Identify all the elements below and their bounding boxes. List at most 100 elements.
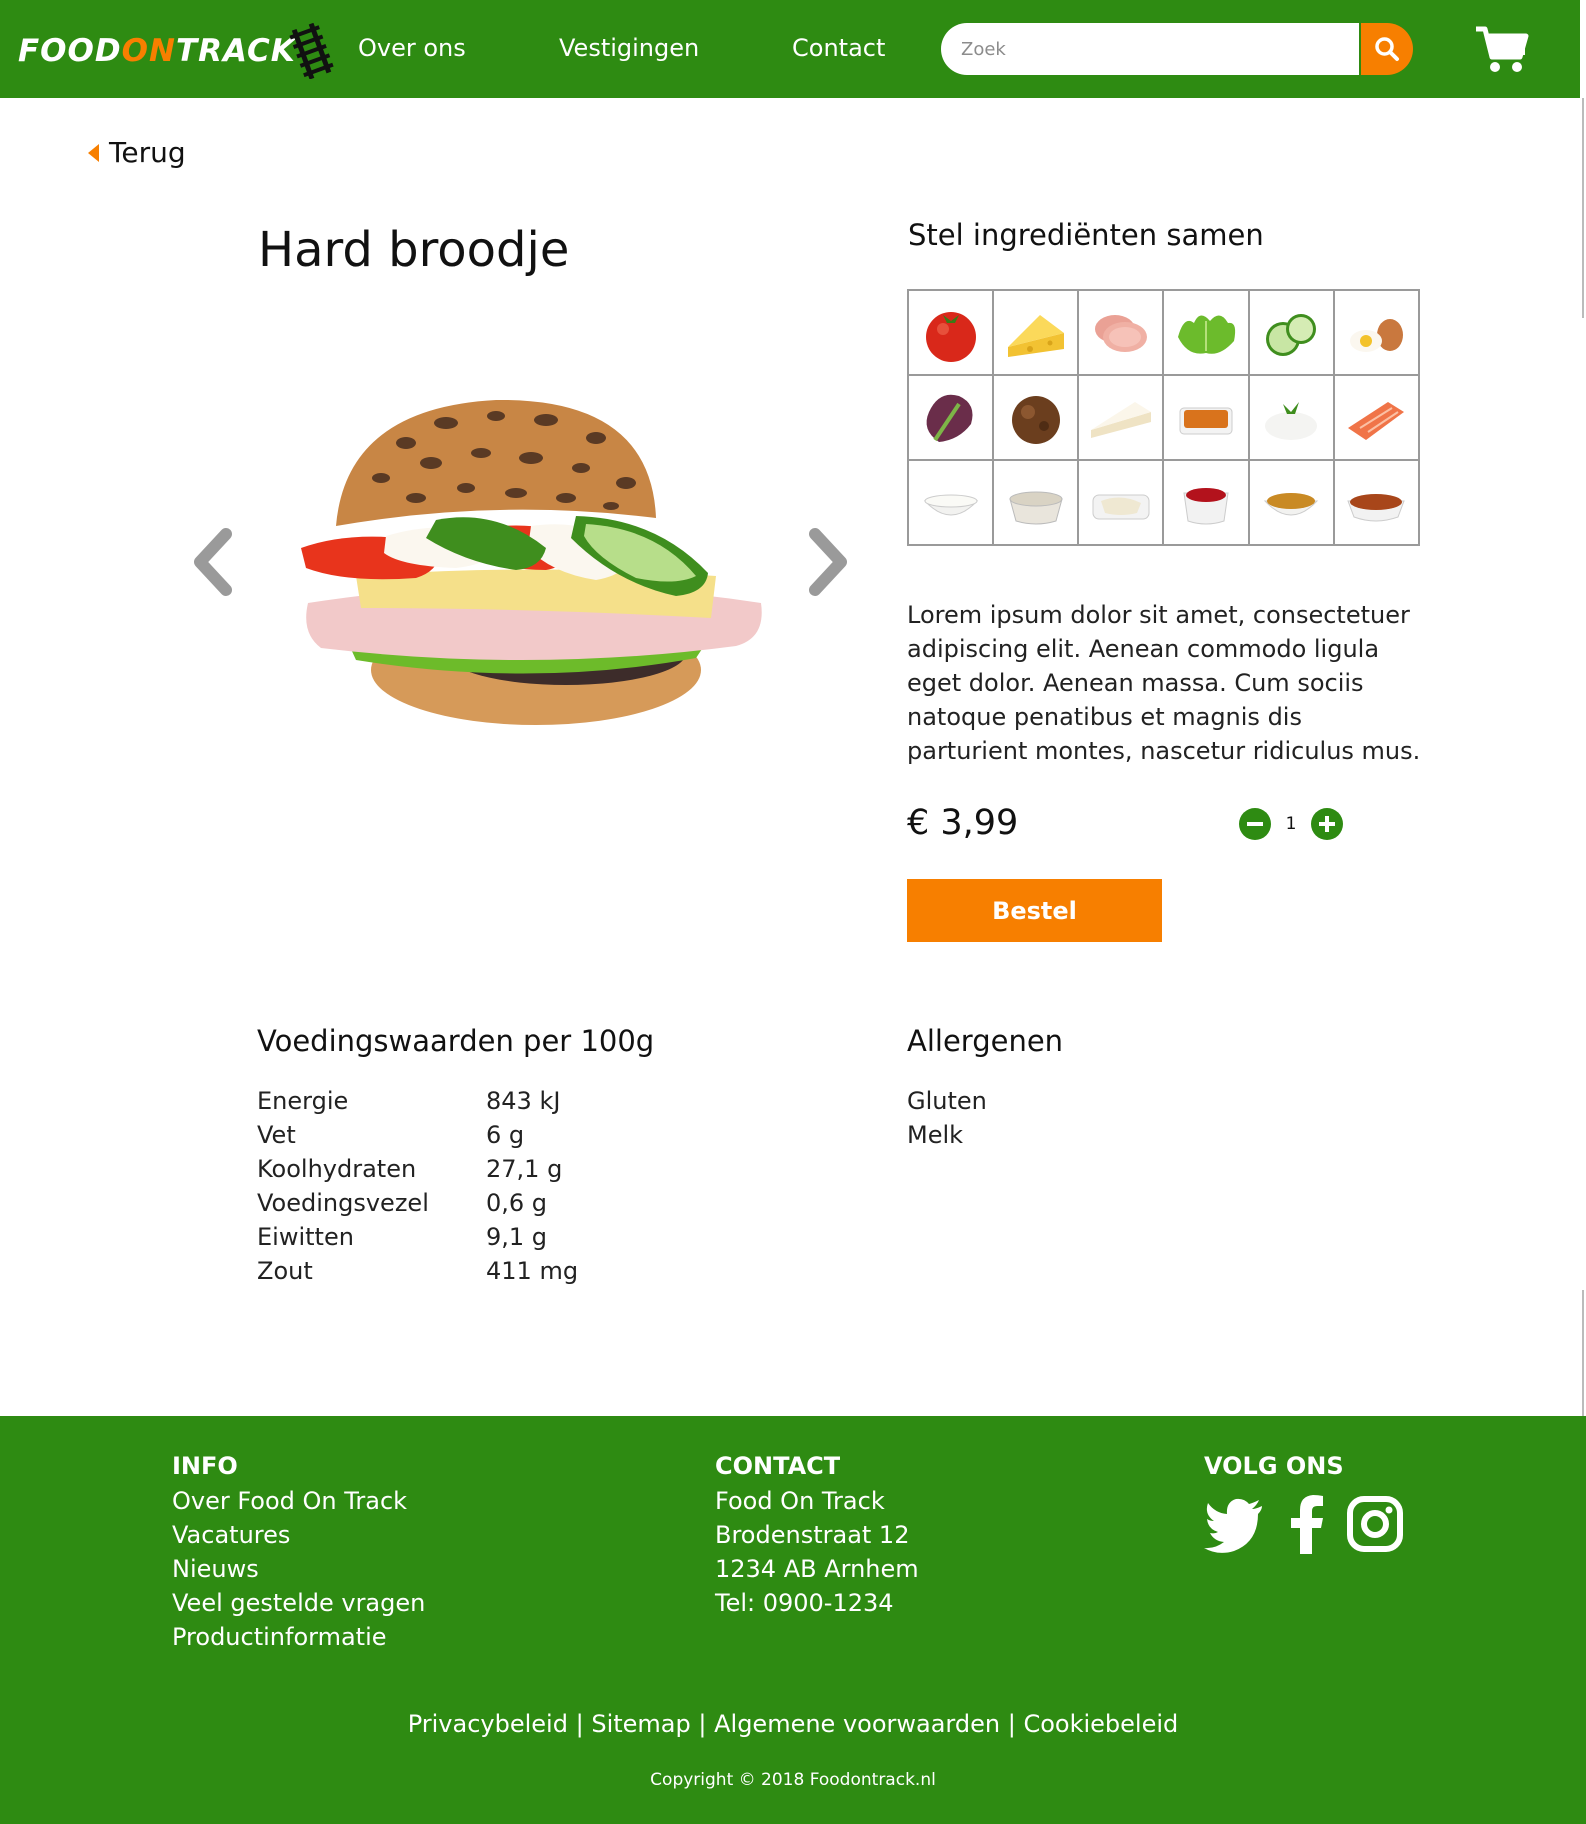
ingredient-cucumber[interactable] xyxy=(1248,290,1334,375)
nutrition-value: 0,6 g xyxy=(486,1189,548,1217)
facebook-icon[interactable] xyxy=(1288,1494,1324,1554)
contact-line: Brodenstraat 12 xyxy=(715,1521,910,1549)
ingredient-cheese[interactable] xyxy=(993,290,1079,375)
logo[interactable]: FOODONTRACK xyxy=(18,22,336,80)
caret-left-icon xyxy=(88,143,99,162)
ingredient-sauce-tray[interactable] xyxy=(1163,375,1249,460)
footer-link[interactable]: Vacatures xyxy=(172,1518,425,1552)
nutrition-row: Vet 6 g xyxy=(257,1118,578,1152)
ingredient-brie[interactable] xyxy=(1078,375,1164,460)
site-header: FOODONTRACK Over ons Vestigingen Contact xyxy=(0,0,1580,98)
nutrition-name: Zout xyxy=(257,1257,313,1285)
mayo-bowl-icon xyxy=(923,494,978,515)
nav-vestigingen[interactable]: Vestigingen xyxy=(559,34,699,62)
nutrition-name: Eiwitten xyxy=(257,1223,354,1251)
scrollbar-thumb[interactable] xyxy=(1582,1290,1584,1420)
legal-separator: | xyxy=(575,1710,584,1738)
legal-link-privacy[interactable]: Privacybeleid xyxy=(408,1710,568,1738)
nutrition-value: 27,1 g xyxy=(486,1155,563,1183)
legal-links: Privacybeleid | Sitemap | Algemene voorw… xyxy=(0,1710,1586,1738)
salad-tray-icon xyxy=(1092,494,1150,519)
product-description: Lorem ipsum dolor sit amet, consectetuer… xyxy=(907,601,1421,765)
search-button[interactable] xyxy=(1361,23,1413,75)
ingredient-mayo[interactable] xyxy=(908,460,994,545)
ingredient-salad-tray[interactable] xyxy=(1078,460,1164,545)
instagram-icon[interactable] xyxy=(1346,1494,1404,1554)
nutrition-value: 6 g xyxy=(486,1121,525,1149)
ingredient-salmon[interactable] xyxy=(1333,375,1419,460)
dressing-bowl-icon xyxy=(1009,491,1063,524)
nutrition-row: Zout 411 mg xyxy=(257,1254,578,1288)
footer-follow: VOLG ONS xyxy=(1204,1452,1404,1554)
footer-info-title: INFO xyxy=(172,1452,238,1480)
search-box xyxy=(941,23,1359,75)
egg-icon xyxy=(1350,318,1404,352)
brown-sauce-icon xyxy=(1347,493,1406,521)
legal-link-terms[interactable]: Algemene voorwaarden xyxy=(714,1710,1000,1738)
lettuce-icon xyxy=(1178,314,1236,354)
legal-link-cookies[interactable]: Cookiebeleid xyxy=(1023,1710,1178,1738)
allergen-item: Melk xyxy=(907,1121,964,1149)
nav-over-ons[interactable]: Over ons xyxy=(358,34,466,62)
ingredient-tomato[interactable] xyxy=(908,290,994,375)
salmon-icon xyxy=(1348,401,1405,440)
ingredient-ketchup[interactable] xyxy=(1163,460,1249,545)
cheese-icon xyxy=(1007,314,1064,357)
ingredients-grid xyxy=(907,289,1420,546)
nutrition-table: Energie 843 kJ Vet 6 g Koolhydraten 27,1 g … xyxy=(257,1084,578,1288)
chevron-right-icon[interactable] xyxy=(803,528,851,596)
footer-link[interactable]: Veel gestelde vragen xyxy=(172,1586,425,1620)
ingredient-brown-sauce[interactable] xyxy=(1333,460,1419,545)
nav-contact[interactable]: Contact xyxy=(792,34,885,62)
footer-link[interactable]: Over Food On Track xyxy=(172,1484,425,1518)
ingredient-ham[interactable] xyxy=(1078,290,1164,375)
ham-icon xyxy=(1094,314,1147,352)
search-icon xyxy=(1375,37,1399,61)
nutrition-value: 843 kJ xyxy=(486,1087,561,1115)
scrollbar[interactable] xyxy=(1582,98,1584,318)
ingredient-red-lettuce[interactable] xyxy=(908,375,994,460)
minus-circle-icon[interactable] xyxy=(1239,808,1271,840)
search-input[interactable] xyxy=(941,23,1359,75)
ingredient-lettuce[interactable] xyxy=(1163,290,1249,375)
footer-contact: CONTACT Food On Track Brodenstraat 12 12… xyxy=(715,1452,919,1620)
footer-link[interactable]: Nieuws xyxy=(172,1552,425,1586)
ingredient-rice[interactable] xyxy=(1248,375,1334,460)
mustard-bowl-icon xyxy=(1264,492,1319,515)
footer-contact-title: CONTACT xyxy=(715,1452,841,1480)
nutrition-name: Energie xyxy=(257,1087,349,1115)
nutrition-row: Eiwitten 9,1 g xyxy=(257,1220,578,1254)
nutrition-value: 411 mg xyxy=(486,1257,579,1285)
rice-icon xyxy=(1265,401,1318,440)
sauce-tray-icon xyxy=(1179,407,1233,434)
nutrition-name: Koolhydraten xyxy=(257,1155,417,1183)
footer-link[interactable]: Productinformatie xyxy=(172,1620,425,1654)
nutrition-row: Energie 843 kJ xyxy=(257,1084,578,1118)
chevron-left-icon[interactable] xyxy=(190,528,238,596)
ingredients-title: Stel ingrediënten samen xyxy=(908,218,1264,252)
footer-follow-title: VOLG ONS xyxy=(1204,1452,1344,1480)
twitter-icon[interactable] xyxy=(1204,1494,1266,1554)
order-button[interactable]: Bestel xyxy=(907,879,1162,942)
ingredient-egg[interactable] xyxy=(1333,290,1419,375)
social-icons xyxy=(1204,1494,1404,1554)
nutrition-title: Voedingswaarden per 100g xyxy=(257,1024,655,1058)
red-lettuce-icon xyxy=(926,394,973,442)
legal-separator: | xyxy=(698,1710,707,1738)
legal-link-sitemap[interactable]: Sitemap xyxy=(591,1710,690,1738)
allergens-list: Gluten Melk xyxy=(907,1084,987,1152)
back-link[interactable]: Terug xyxy=(88,136,186,169)
back-label: Terug xyxy=(109,136,186,169)
ingredient-mustard[interactable] xyxy=(1248,460,1334,545)
nutrition-name: Vet xyxy=(257,1121,296,1149)
plus-circle-icon[interactable] xyxy=(1311,808,1343,840)
cart-icon[interactable] xyxy=(1474,24,1530,74)
contact-line: Food On Track xyxy=(715,1487,885,1515)
logo-text: FOODONTRACK xyxy=(18,33,296,69)
ingredient-dressing[interactable] xyxy=(993,460,1079,545)
ingredient-meatball[interactable] xyxy=(993,375,1079,460)
legal-separator: | xyxy=(1007,1710,1016,1738)
quantity-value: 1 xyxy=(1285,814,1297,834)
product-image xyxy=(301,399,762,725)
allergen-item: Gluten xyxy=(907,1087,987,1115)
